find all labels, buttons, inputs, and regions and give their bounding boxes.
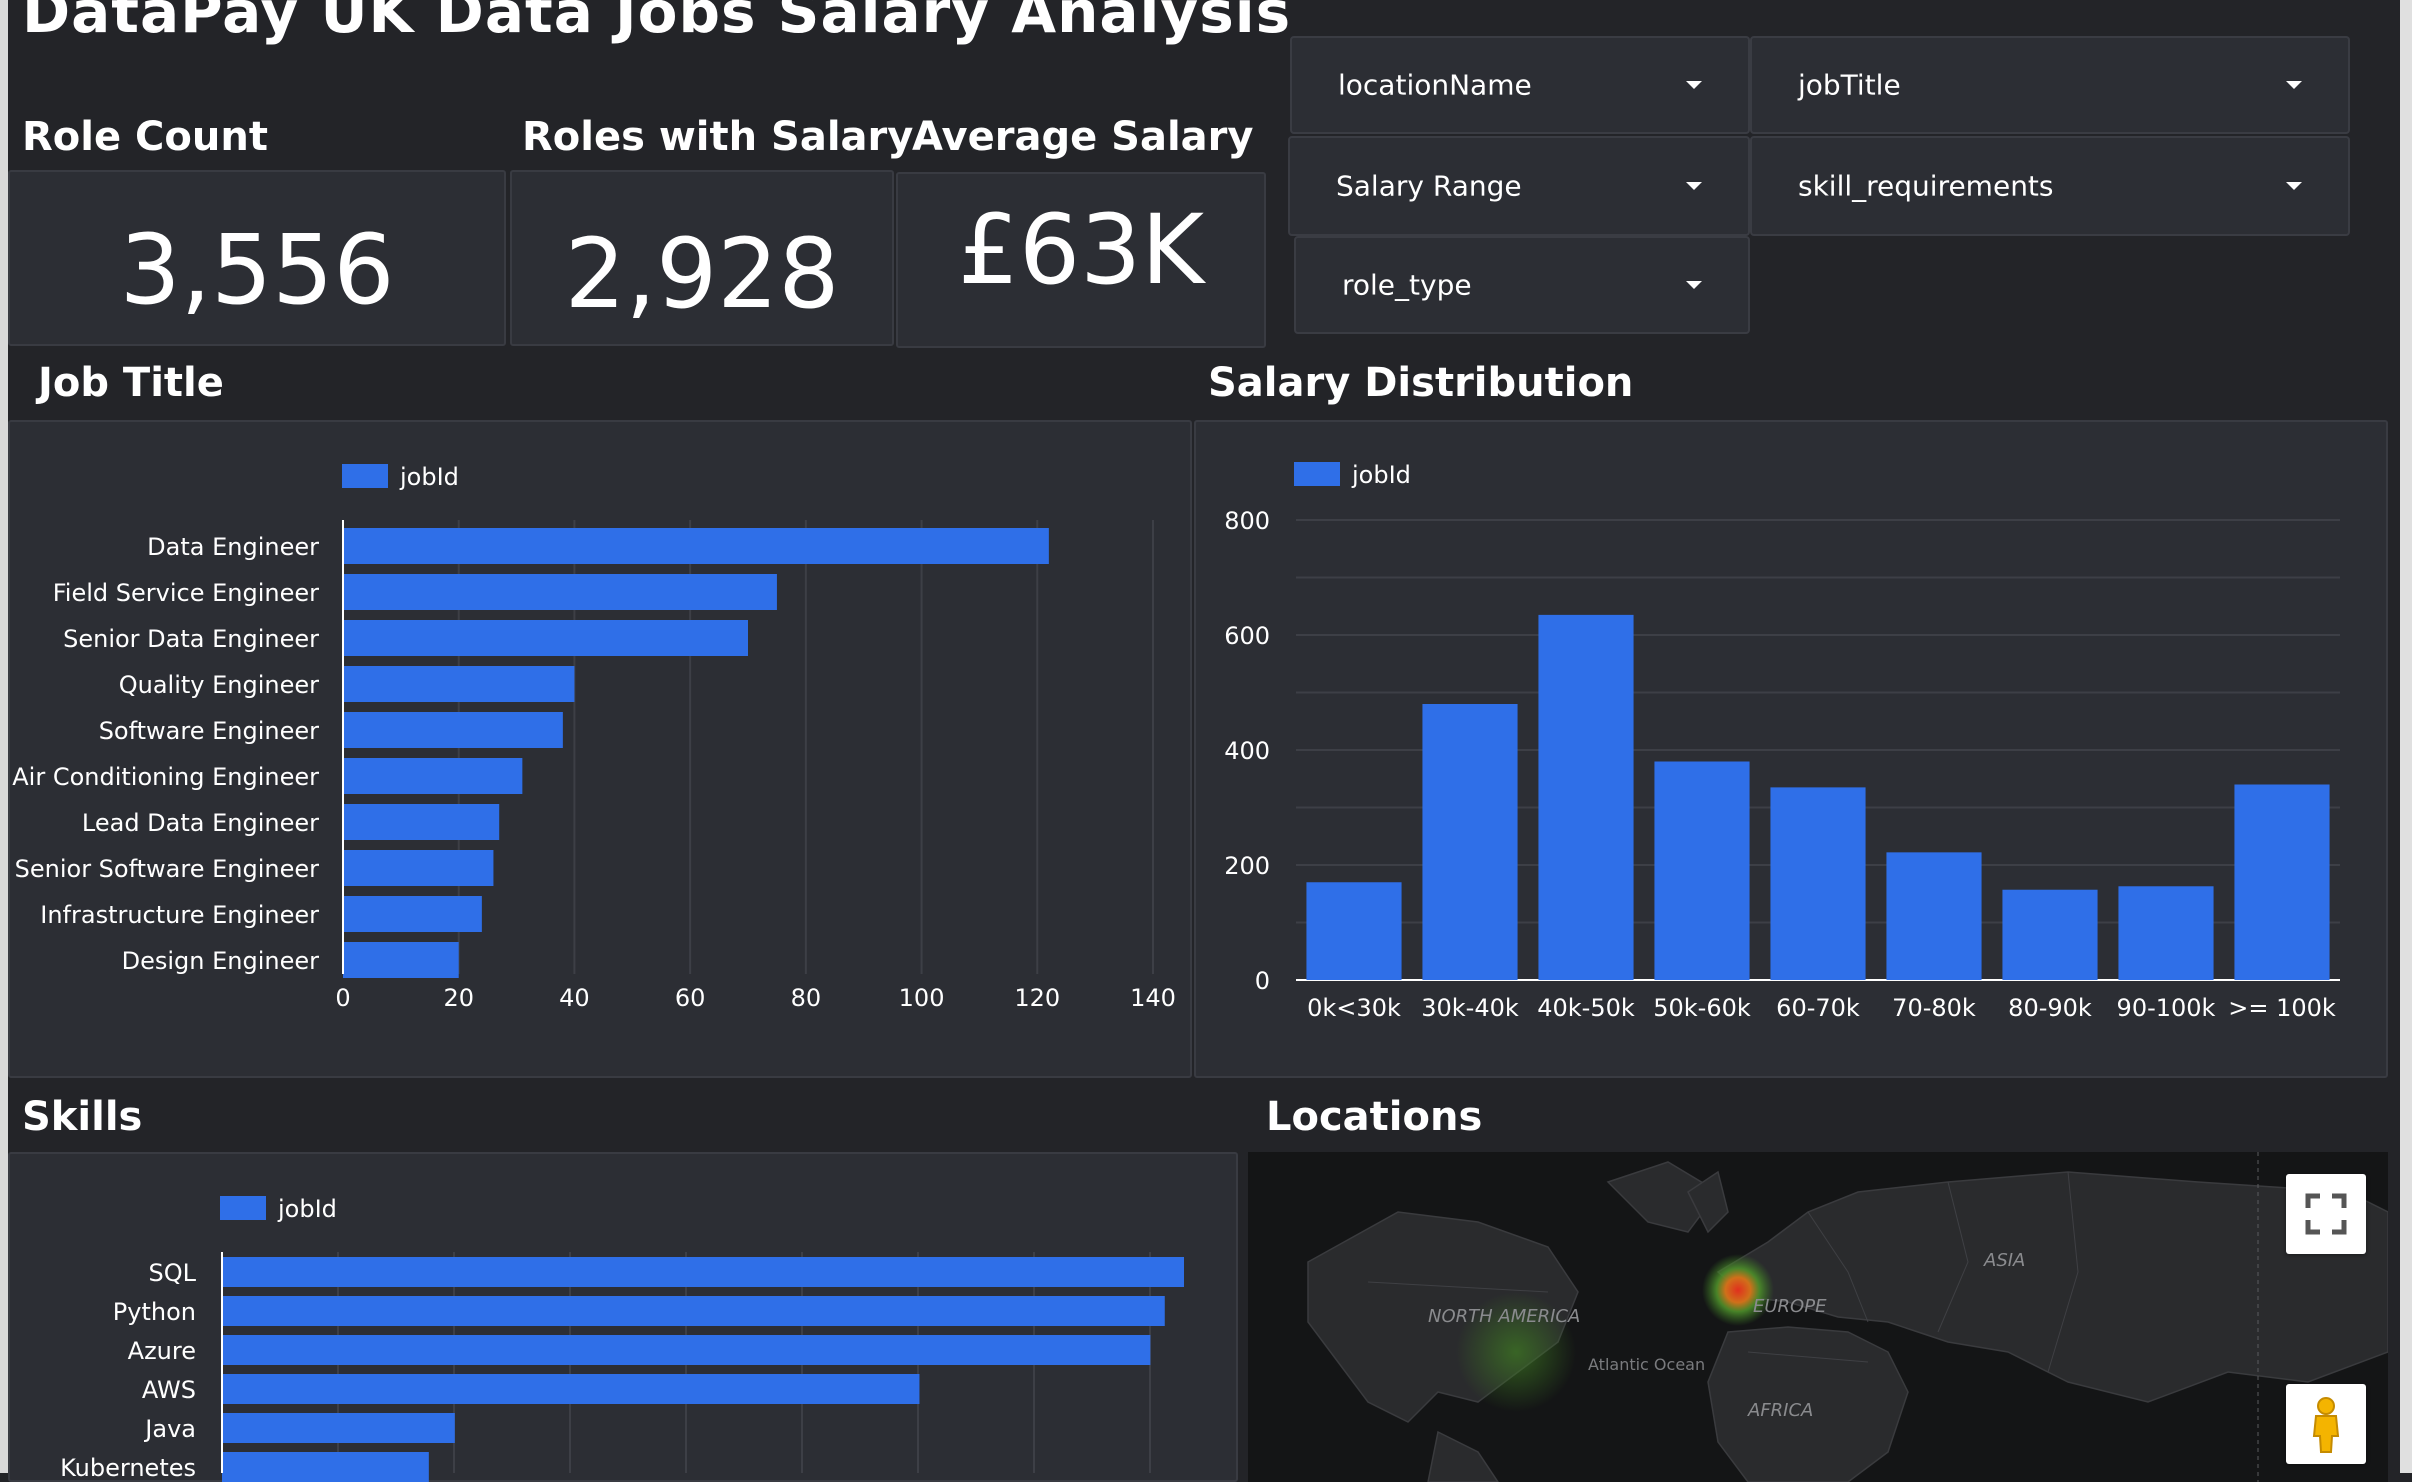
legend-label: jobId bbox=[277, 1195, 337, 1223]
category-label: SQL bbox=[149, 1259, 197, 1287]
category-label: AWS bbox=[142, 1376, 196, 1404]
bar bbox=[222, 1296, 1165, 1326]
bar bbox=[222, 1452, 429, 1482]
skills-bar-chart: jobId SQL Python Azure AWS Java Kubernetes bbox=[60, 1195, 1184, 1482]
legend-swatch bbox=[220, 1196, 266, 1220]
category-label: Kubernetes bbox=[60, 1454, 196, 1482]
category-label: Java bbox=[143, 1415, 196, 1443]
bar bbox=[222, 1257, 1184, 1287]
category-label: Azure bbox=[128, 1337, 196, 1365]
category-label: Python bbox=[113, 1298, 196, 1326]
bar bbox=[222, 1413, 455, 1443]
bar bbox=[222, 1374, 920, 1404]
bar bbox=[222, 1335, 1151, 1365]
